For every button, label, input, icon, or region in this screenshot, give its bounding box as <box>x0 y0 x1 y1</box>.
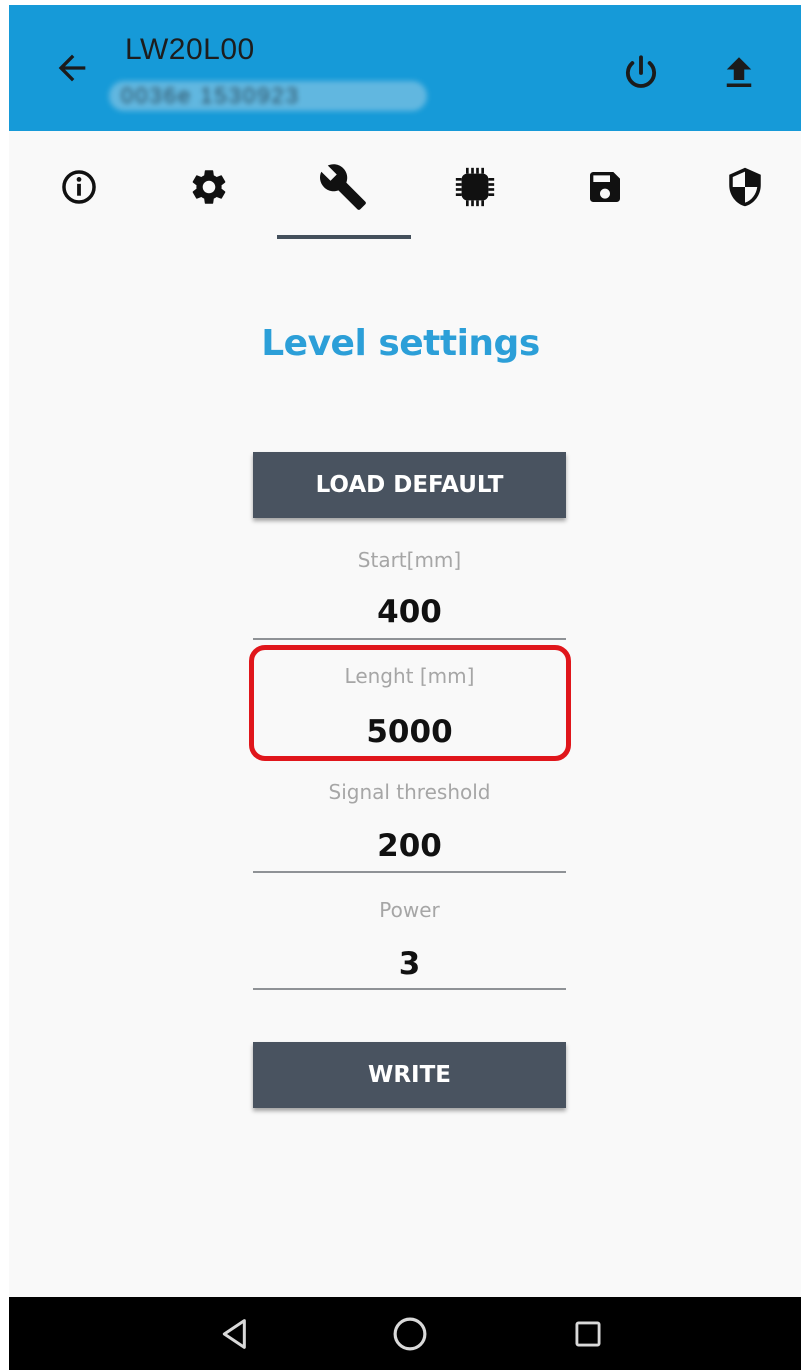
tab-bar <box>9 131 801 249</box>
system-nav-bar <box>9 1297 801 1370</box>
wrench-icon <box>319 164 366 210</box>
power-button[interactable] <box>613 45 669 101</box>
device-id: 0036e 1530923 <box>109 81 427 111</box>
arrow-back-icon <box>58 54 86 82</box>
shield-icon <box>729 167 761 207</box>
active-tab-indicator <box>277 235 411 239</box>
info-icon <box>62 170 96 204</box>
app-bar: LW20L00 0036e 1530923 <box>9 5 801 131</box>
write-button[interactable]: WRITE <box>253 1042 566 1108</box>
tab-settings[interactable] <box>177 155 241 219</box>
device-title: LW20L00 <box>125 33 255 66</box>
power-input[interactable] <box>253 939 566 989</box>
chip-icon <box>455 167 495 207</box>
home-circle-icon <box>393 1317 427 1351</box>
start-underline <box>253 638 566 640</box>
nav-back-button[interactable] <box>209 1307 263 1361</box>
tab-security[interactable] <box>713 155 777 219</box>
upload-icon <box>726 57 752 87</box>
length-label: Lenght [mm] <box>344 664 475 688</box>
signal-threshold-label: Signal threshold <box>328 780 491 804</box>
length-input[interactable] <box>253 707 566 757</box>
tab-info[interactable] <box>47 155 111 219</box>
power-icon <box>625 55 657 88</box>
tab-tools[interactable] <box>311 155 375 219</box>
back-button[interactable] <box>47 43 97 93</box>
back-triangle-icon <box>222 1319 246 1349</box>
power-label: Power <box>379 898 440 922</box>
signal-threshold-underline <box>253 871 566 873</box>
start-label: Start[mm] <box>357 548 462 572</box>
upload-button[interactable] <box>711 45 767 101</box>
recents-square-icon <box>575 1321 601 1347</box>
nav-home-button[interactable] <box>383 1307 437 1361</box>
start-input[interactable] <box>253 587 566 637</box>
load-default-button[interactable]: LOAD DEFAULT <box>253 452 566 518</box>
tab-save[interactable] <box>573 155 637 219</box>
gear-icon <box>192 170 226 204</box>
tab-hardware[interactable] <box>443 155 507 219</box>
app-screen: LW20L00 0036e 1530923 Level settings LOA… <box>9 5 801 1370</box>
nav-recents-button[interactable] <box>561 1307 615 1361</box>
save-icon <box>590 172 620 202</box>
page-title: Level settings <box>261 323 540 364</box>
signal-threshold-input[interactable] <box>253 821 566 871</box>
power-underline <box>253 988 566 990</box>
